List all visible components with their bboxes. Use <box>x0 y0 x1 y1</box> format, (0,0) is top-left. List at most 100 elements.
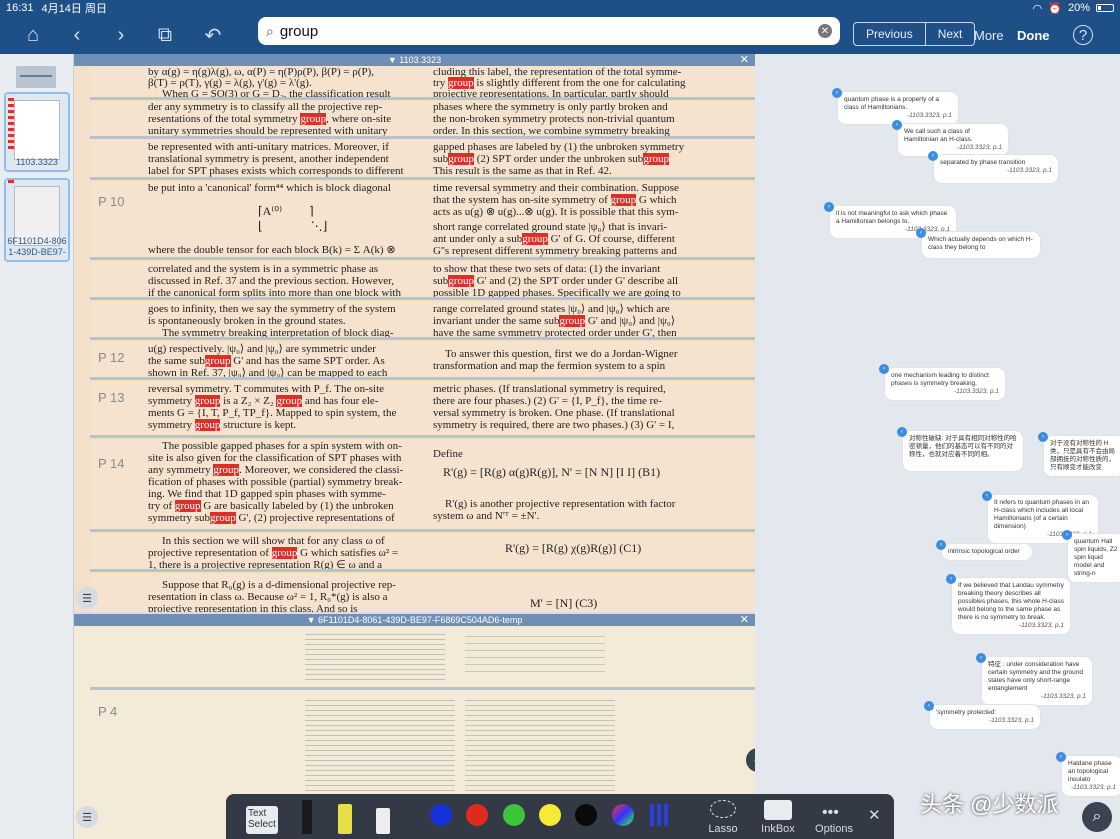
search-hit[interactable]: group <box>643 153 669 165</box>
annotation-note[interactable]: ‹ 对称性破缺: 对于具有相同对称性的哈密顿量，他们的基态可以有不同的对称性，也就… <box>897 427 1023 471</box>
annotation-note[interactable]: ‹ We call such a class of Hamiltonian an … <box>892 120 1008 156</box>
color-picker-icon[interactable] <box>612 804 634 826</box>
stroke-width-icon[interactable] <box>650 804 670 826</box>
close-pane-icon[interactable]: ✕ <box>740 614 749 626</box>
close-pane-icon[interactable]: ✕ <box>740 54 749 66</box>
lasso-label[interactable]: Lasso <box>698 823 748 835</box>
note-link-icon[interactable]: ‹ <box>892 120 902 130</box>
zoom-icon[interactable]: ⌕ <box>1082 802 1112 832</box>
search-result-strip[interactable]: goes to infinity, then we say the symmet… <box>90 302 755 340</box>
note-link-icon[interactable]: ‹ <box>916 228 926 238</box>
note-link-icon[interactable]: ‹ <box>976 653 986 663</box>
annotation-note[interactable]: ‹ separated by phase transition -1103.3323… <box>928 151 1058 183</box>
note-link-icon[interactable]: ‹ <box>1062 530 1072 540</box>
done-button[interactable]: Done <box>1017 28 1050 43</box>
annotation-note[interactable]: ‹'symmetry protected' -1103.3323, p.1 <box>924 701 1040 729</box>
options-icon[interactable]: ••• <box>822 804 839 822</box>
undo-icon[interactable]: ↶ <box>198 20 228 50</box>
note-link-icon[interactable]: ‹ <box>897 427 907 437</box>
home-icon[interactable]: ⌂ <box>18 20 48 50</box>
annotation-note[interactable]: ‹ one mechanism leading to distinct phase… <box>879 364 1005 400</box>
search-result-strip[interactable]: P 10 be put into a 'canonical' form⁴⁴ wh… <box>90 182 755 260</box>
search-result-strip[interactable]: correlated and the system is in a symmet… <box>90 262 755 300</box>
note-link-icon[interactable]: ‹ <box>879 364 889 374</box>
next-button[interactable]: Next <box>924 23 975 45</box>
annotation-note[interactable]: ‹ 特征 : under consideration have certain s… <box>976 653 1092 705</box>
search-result-strip[interactable]: P 13 reversal symmetry. T commutes with … <box>90 382 755 438</box>
inkbox-label[interactable]: InkBox <box>753 823 803 835</box>
annotation-note[interactable]: ‹ intrinsic topological order <box>936 540 1032 560</box>
clear-search-icon[interactable]: ✕ <box>818 24 832 38</box>
lasso-icon[interactable] <box>710 800 736 818</box>
note-link-icon[interactable]: ‹ <box>1038 432 1048 442</box>
inkbox-icon[interactable] <box>764 800 792 820</box>
text-line: the non-broken symmetry protects non-tri… <box>433 113 675 125</box>
pen-tool-icon[interactable] <box>302 800 312 834</box>
search-result-strip[interactable]: der any symmetry is to classify all the … <box>90 101 755 139</box>
annotation-note[interactable]: ‹ Which actually depends on which H-class… <box>916 228 1040 258</box>
search-hit[interactable]: group <box>300 113 327 125</box>
note-link-icon[interactable]: ‹ <box>982 491 992 501</box>
search-hit[interactable]: group <box>522 233 548 245</box>
search-hit[interactable]: group <box>210 512 236 524</box>
search-hit[interactable]: group <box>204 355 231 367</box>
color-yellow[interactable] <box>539 804 561 826</box>
search-hit[interactable]: group <box>448 153 474 165</box>
text-line: correlated and the system is in a symmet… <box>148 263 379 275</box>
highlighter-tool-icon[interactable] <box>338 804 352 834</box>
search-result-strip[interactable]: by α(g) = η(g)λ(g), ω, α(P) = η(P)ρ(P), … <box>90 66 755 100</box>
search-result-strip[interactable] <box>90 626 755 690</box>
search-result-strip[interactable]: P 14 The possible gapped phases for a sp… <box>90 440 755 532</box>
search-hit[interactable]: group <box>213 464 240 476</box>
search-result-strip[interactable]: be represented with anti-unitary matrice… <box>90 140 755 180</box>
color-blue[interactable] <box>430 804 452 826</box>
search-hit[interactable]: group <box>194 419 221 431</box>
search-hit[interactable]: group <box>174 500 201 512</box>
color-green[interactable] <box>503 804 525 826</box>
search-hit[interactable]: group <box>610 194 637 206</box>
text-line: there are four phases.) (2) G' = {I, P_f… <box>433 395 662 407</box>
color-red[interactable] <box>466 804 488 826</box>
search-hit[interactable]: group <box>271 547 298 559</box>
color-black[interactable] <box>575 804 597 826</box>
back-icon[interactable]: ‹ <box>62 20 92 50</box>
text-select-tool[interactable]: Text Select <box>246 806 278 834</box>
add-tab-icon[interactable]: ⧉ <box>150 20 180 50</box>
annotation-note[interactable]: ‹ 对于没有对称性的 H 类，只是具有不会由局部拥抚的对称性质的，只有顺变才能改变 <box>1038 432 1120 476</box>
options-label[interactable]: Options <box>809 823 859 835</box>
outline-toggle-icon[interactable]: ☰ <box>76 806 98 828</box>
text-line: sub <box>433 275 449 287</box>
search-hit[interactable]: group <box>448 275 474 287</box>
thumbnail-doc-2[interactable]: 6F1101D4-8061-439D-BE97- <box>4 178 70 262</box>
search-hit[interactable]: group <box>559 315 586 327</box>
annotation-note[interactable]: ‹ Haldane phase an topological insulato -1… <box>1056 752 1120 796</box>
note-link-icon[interactable]: ‹ <box>1056 752 1066 762</box>
outline-toggle-icon[interactable]: ☰ <box>76 587 98 609</box>
search-hit[interactable]: group <box>276 395 303 407</box>
equation-c1: R'(g) = [R(g) χ(g)R(g)] (C1) <box>505 541 642 555</box>
note-link-icon[interactable]: ‹ <box>924 701 934 711</box>
note-link-icon[interactable]: ‹ <box>946 574 956 584</box>
search-query[interactable]: group <box>280 23 818 40</box>
more-button[interactable]: More <box>974 28 1004 43</box>
search-result-strip[interactable]: Suppose that R₀(g) is a d-dimensional pr… <box>90 575 755 612</box>
new-document-button[interactable] <box>16 66 56 88</box>
search-field[interactable]: ⌕ group ✕ <box>258 17 840 45</box>
search-result-strip[interactable]: In this section we will show that for an… <box>90 534 755 572</box>
help-icon[interactable]: ? <box>1068 20 1098 50</box>
note-reference: -1103.3323, p.1 <box>1040 693 1086 700</box>
page-label: P 10 <box>98 194 125 209</box>
annotation-note[interactable]: ‹ quantum Hall spin liquids, Z2 spin liqu… <box>1062 530 1120 582</box>
forward-icon[interactable]: › <box>106 20 136 50</box>
search-result-strip[interactable]: P 12 u(g) respectively. |ψ₀⟩ and |ψ₀⟩ ar… <box>90 342 755 380</box>
document-pane-1: ▼ 1103.3323 ✕ by α(g) = η(g)λ(g), ω, α(P)… <box>74 54 755 612</box>
search-hit[interactable]: group <box>194 395 221 407</box>
note-link-icon[interactable]: ‹ <box>832 88 842 98</box>
annotation-note[interactable]: ‹ If we believed that Landau symmetry bre… <box>946 574 1070 634</box>
previous-button[interactable]: Previous <box>854 23 925 45</box>
note-link-icon[interactable]: ‹ <box>936 540 946 550</box>
note-link-icon[interactable]: ‹ <box>824 202 834 212</box>
close-toolbar-icon[interactable]: ✕ <box>868 806 881 824</box>
note-link-icon[interactable]: ‹ <box>928 151 938 161</box>
eraser-tool-icon[interactable] <box>376 808 390 834</box>
